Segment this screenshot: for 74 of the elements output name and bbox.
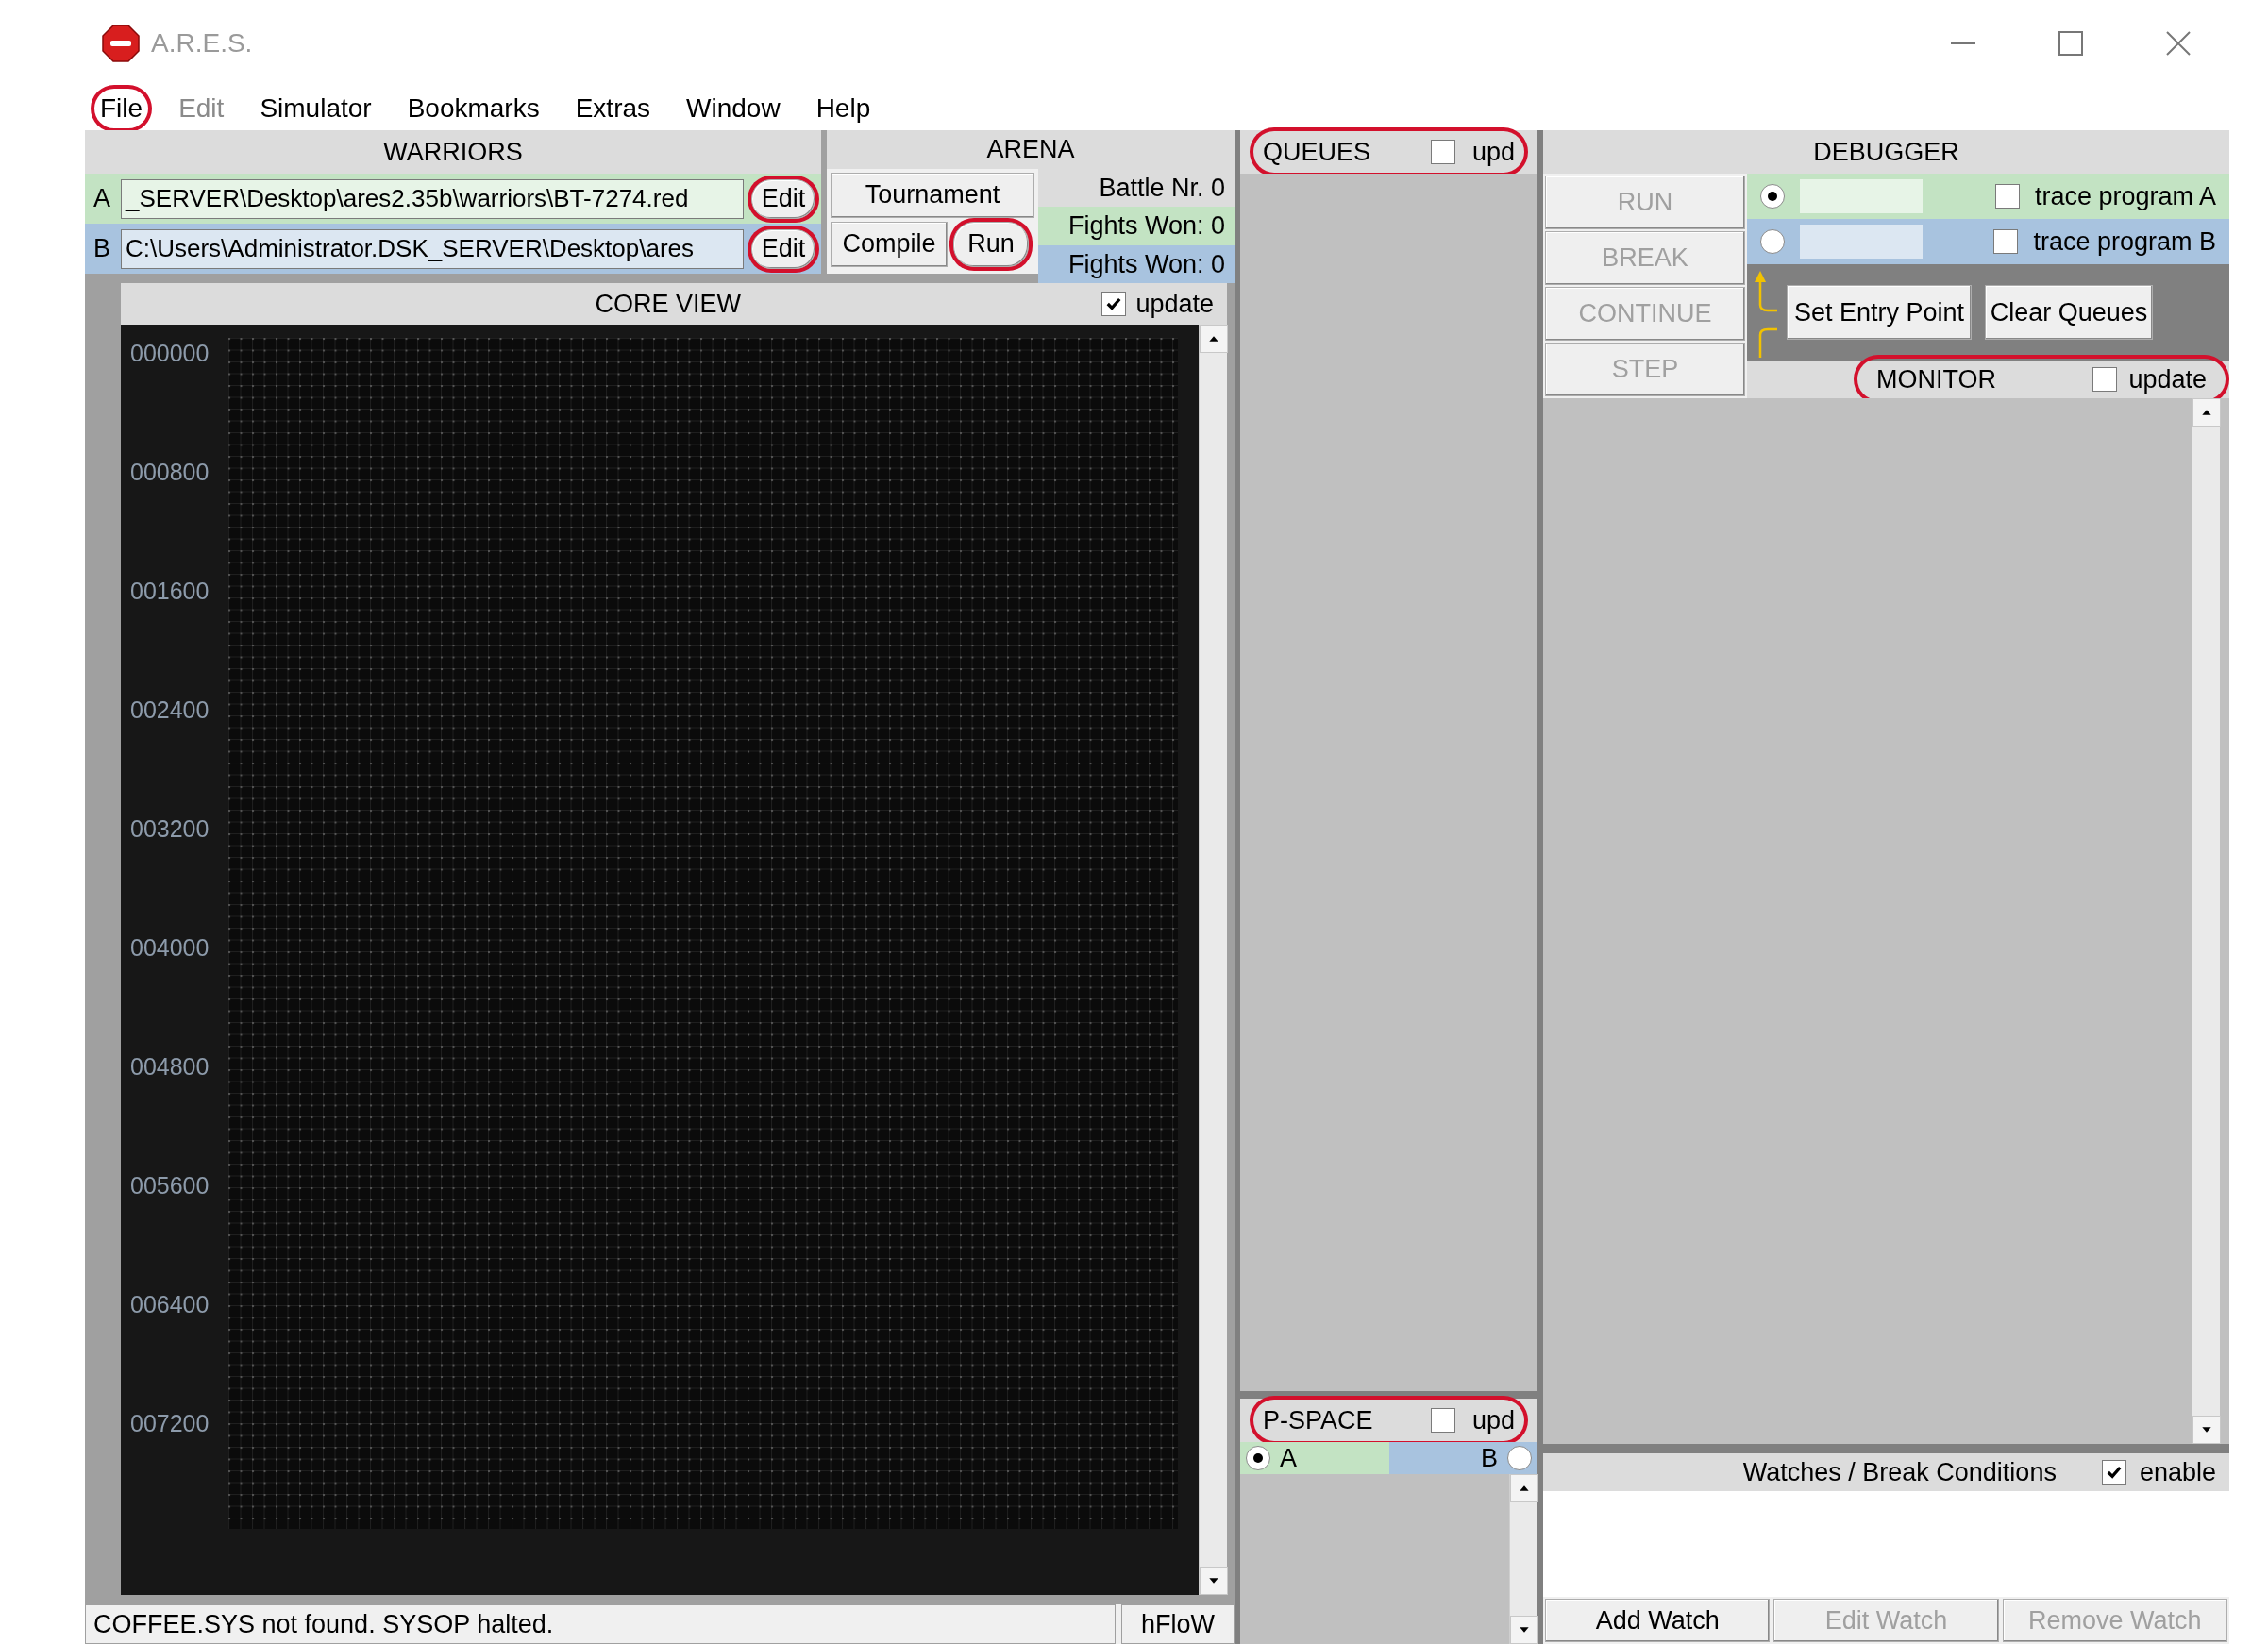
path-field[interactable]: _SERVER\Desktop\ares2.35b\warriors\BT-7274.red [121, 178, 744, 219]
warrior-letter: B [92, 233, 111, 265]
window-title: A.R.E.S. [151, 27, 253, 59]
arena-stat: Battle Nr. 0 [1038, 168, 1235, 207]
checkbox-label: update [1135, 288, 1214, 320]
checkbox-label: update [2128, 363, 2207, 395]
app-logo-icon [102, 25, 140, 62]
checkbox[interactable] [1430, 140, 1455, 164]
checkbox[interactable] [1101, 292, 1127, 316]
arena-stat: Fights Won: 0 [1038, 207, 1235, 245]
clear-queues-button[interactable]: Clear Queues [1985, 285, 2153, 340]
checkbox[interactable] [1993, 229, 2019, 254]
address-label: 002400 [130, 696, 210, 725]
radio-button[interactable] [1760, 184, 1785, 209]
scroll-up-icon[interactable] [2192, 398, 2221, 427]
checkbox-label: upd [1471, 1404, 1515, 1436]
tournament-button[interactable]: Tournament [831, 172, 1034, 218]
address-label: 004000 [130, 933, 210, 963]
panel-title: P-SPACE [1263, 1404, 1373, 1436]
compile-button[interactable]: Compile [831, 221, 948, 267]
checkbox-label: enable [2139, 1456, 2216, 1488]
path-field[interactable]: C:\Users\Administrator.DSK_SERVER\Desktop\ares [121, 228, 744, 269]
status-mode: hFloW [1121, 1604, 1235, 1644]
scroll-up-icon[interactable] [1510, 1474, 1538, 1502]
arena-stat: Fights Won: 0 [1038, 244, 1235, 283]
panel-title: WARRIORS [383, 136, 523, 168]
vertical-scrollbar[interactable] [1509, 1474, 1537, 1644]
warrior-letter: A [92, 183, 111, 215]
menu-item[interactable]: Simulator [254, 89, 378, 128]
menu-item[interactable]: Extras [569, 89, 657, 128]
menu-item[interactable]: Window [680, 89, 786, 128]
scroll-down-icon[interactable] [2192, 1416, 2221, 1444]
panel-title: CORE VIEW [595, 288, 741, 320]
address-label: 005600 [130, 1171, 210, 1200]
status-message: COFFEE.SYS not found. SYSOP halted. [85, 1604, 1116, 1644]
checkbox[interactable] [2101, 1460, 2126, 1485]
scroll-up-icon[interactable] [1200, 325, 1228, 353]
watch-button[interactable]: Add Watch [1545, 1599, 1771, 1642]
address-label: 003200 [130, 814, 210, 844]
address-label: 000000 [130, 339, 210, 368]
pspace-program-row[interactable]: A [1240, 1442, 1389, 1474]
address-label: 006400 [130, 1290, 210, 1319]
entry-field[interactable] [1800, 179, 1923, 213]
radio-button[interactable] [1760, 229, 1785, 254]
scroll-down-icon[interactable] [1200, 1567, 1228, 1595]
scroll-down-icon[interactable] [1510, 1616, 1538, 1644]
panel-title: QUEUES [1263, 136, 1371, 168]
checkbox[interactable] [2092, 367, 2118, 392]
radio-button[interactable] [1507, 1446, 1532, 1470]
address-label: 007200 [130, 1409, 210, 1438]
panel-title: Watches / Break Conditions [1742, 1456, 2057, 1488]
menu-item[interactable]: Bookmarks [401, 89, 546, 128]
vertical-scrollbar[interactable] [1199, 325, 1227, 1595]
maximize-button[interactable] [2057, 29, 2085, 58]
panel-title: ARENA [986, 134, 1075, 165]
panel-title: MONITOR [1876, 363, 1996, 395]
panel-title: DEBUGGER [1813, 136, 1959, 168]
address-label: 004800 [130, 1052, 210, 1082]
checkbox[interactable] [1994, 184, 2020, 209]
menu-item[interactable]: Help [810, 89, 877, 128]
checkbox[interactable] [1430, 1408, 1455, 1433]
pspace-program-row[interactable]: B [1388, 1442, 1537, 1474]
entry-field[interactable] [1800, 225, 1923, 259]
checkbox-label: trace program A [2034, 180, 2216, 212]
address-label: 000800 [130, 458, 210, 487]
address-label: 001600 [130, 577, 210, 606]
program-label: B [1481, 1442, 1498, 1474]
radio-button[interactable] [1246, 1446, 1270, 1470]
close-button[interactable] [2164, 29, 2192, 58]
checkbox-label: upd [1471, 136, 1515, 168]
program-label: A [1280, 1442, 1297, 1474]
checkbox-label: trace program B [2033, 226, 2216, 258]
vertical-scrollbar[interactable] [2192, 398, 2220, 1444]
set-entry-point-button[interactable]: Set Entry Point [1787, 285, 1972, 340]
